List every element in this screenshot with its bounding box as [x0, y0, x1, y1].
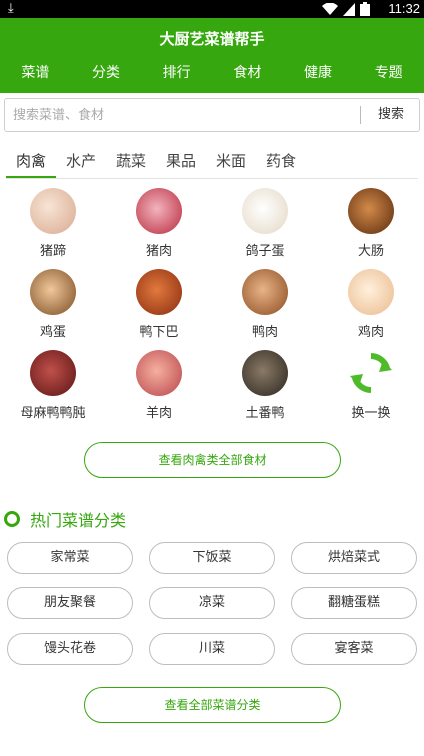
- hot-section-title: 热门菜谱分类: [30, 511, 127, 530]
- ingredient-item[interactable]: 鸽子蛋: [212, 184, 318, 264]
- duck-chin-image: [136, 269, 182, 315]
- nav-item-topics[interactable]: 专题: [353, 62, 424, 82]
- ingredient-item[interactable]: 鸡肉: [318, 265, 424, 345]
- ingredient-label: 鸭肉: [251, 325, 278, 340]
- ingredient-item[interactable]: 羊肉: [106, 346, 212, 426]
- app-header: 大厨艺菜谱帮手 菜谱 分类 排行 食材 健康 专题: [0, 18, 424, 93]
- nav-item-recipes[interactable]: 菜谱: [0, 62, 71, 82]
- category-pill[interactable]: 家常菜: [7, 542, 133, 574]
- ingredient-label: 猪肉: [145, 244, 172, 259]
- tab-meat-poultry[interactable]: 肉禽: [6, 147, 56, 178]
- status-icons: [322, 2, 370, 16]
- duck-gizzard-image: [30, 350, 76, 396]
- tab-medicinal-food[interactable]: 药食: [256, 147, 306, 178]
- category-pill[interactable]: 烘焙菜式: [291, 542, 417, 574]
- wifi-icon: [322, 2, 338, 15]
- refresh-button[interactable]: 换一换: [318, 346, 424, 426]
- view-all-categories-button[interactable]: 查看全部菜谱分类: [84, 687, 341, 723]
- search-bar: 搜索: [4, 98, 420, 132]
- egg-image: [30, 269, 76, 315]
- tab-grains[interactable]: 米面: [206, 147, 256, 178]
- category-pill[interactable]: 凉菜: [149, 587, 275, 619]
- section-ring-icon: [4, 511, 20, 527]
- mutton-image: [136, 350, 182, 396]
- pig-trotter-image: [30, 188, 76, 234]
- ingredient-item[interactable]: 母麻鸭鸭肫: [0, 346, 106, 426]
- status-bar: ⤓ 11:32: [0, 0, 424, 18]
- nav-item-ingredients[interactable]: 食材: [212, 62, 283, 82]
- ingredient-label: 鸡蛋: [39, 325, 66, 340]
- tab-vegetables[interactable]: 蔬菜: [106, 147, 156, 178]
- ingredient-item[interactable]: 鸭肉: [212, 265, 318, 345]
- search-button[interactable]: 搜索: [362, 99, 420, 131]
- refresh-label: 换一换: [351, 406, 391, 421]
- category-pill[interactable]: 馒头花卷: [7, 633, 133, 665]
- signal-icon: [343, 2, 355, 16]
- download-icon: ⤓: [8, 1, 14, 16]
- ingredient-label: 鸽子蛋: [245, 244, 285, 259]
- ingredient-item[interactable]: 鸭下巴: [106, 265, 212, 345]
- category-pill[interactable]: 宴客菜: [291, 633, 417, 665]
- view-all-meat-button[interactable]: 查看肉禽类全部食材: [84, 442, 341, 478]
- muscovy-duck-image: [242, 350, 288, 396]
- tab-fruits[interactable]: 果品: [156, 147, 206, 178]
- pork-image: [136, 188, 182, 234]
- search-input[interactable]: [13, 99, 353, 131]
- ingredient-item[interactable]: 土番鸭: [212, 346, 318, 426]
- ingredient-item[interactable]: 鸡蛋: [0, 265, 106, 345]
- nav-item-health[interactable]: 健康: [283, 62, 354, 82]
- refresh-icon: [350, 353, 392, 393]
- ingredient-label: 土番鸭: [245, 406, 285, 421]
- nav-item-categories[interactable]: 分类: [71, 62, 142, 82]
- ingredient-label: 羊肉: [145, 406, 172, 421]
- ingredient-label: 大肠: [357, 244, 384, 259]
- main-nav: 菜谱 分类 排行 食材 健康 专题: [0, 62, 424, 82]
- ingredient-item[interactable]: 猪肉: [106, 184, 212, 264]
- search-divider: [360, 106, 361, 124]
- battery-icon: [360, 2, 370, 16]
- ingredient-label: 鸭下巴: [139, 325, 179, 340]
- intestine-image: [348, 188, 394, 234]
- nav-item-ranking[interactable]: 排行: [141, 62, 212, 82]
- clock: 11:32: [388, 1, 420, 16]
- ingredient-label: 母麻鸭鸭肫: [20, 406, 86, 421]
- duck-meat-image: [242, 269, 288, 315]
- ingredient-item[interactable]: 大肠: [318, 184, 424, 264]
- tab-seafood[interactable]: 水产: [56, 147, 106, 178]
- ingredient-label: 猪蹄: [39, 244, 66, 259]
- pigeon-egg-image: [242, 188, 288, 234]
- hot-section-header: 热门菜谱分类: [4, 508, 126, 530]
- category-pill[interactable]: 下饭菜: [149, 542, 275, 574]
- ingredient-category-tabs: 肉禽 水产 蔬菜 果品 米面 药食: [6, 147, 418, 179]
- category-pill[interactable]: 朋友聚餐: [7, 587, 133, 619]
- ingredient-label: 鸡肉: [357, 325, 384, 340]
- category-pill[interactable]: 川菜: [149, 633, 275, 665]
- ingredient-item[interactable]: 猪蹄: [0, 184, 106, 264]
- app-title: 大厨艺菜谱帮手: [159, 30, 265, 48]
- category-pill[interactable]: 翻糖蛋糕: [291, 587, 417, 619]
- chicken-image: [348, 269, 394, 315]
